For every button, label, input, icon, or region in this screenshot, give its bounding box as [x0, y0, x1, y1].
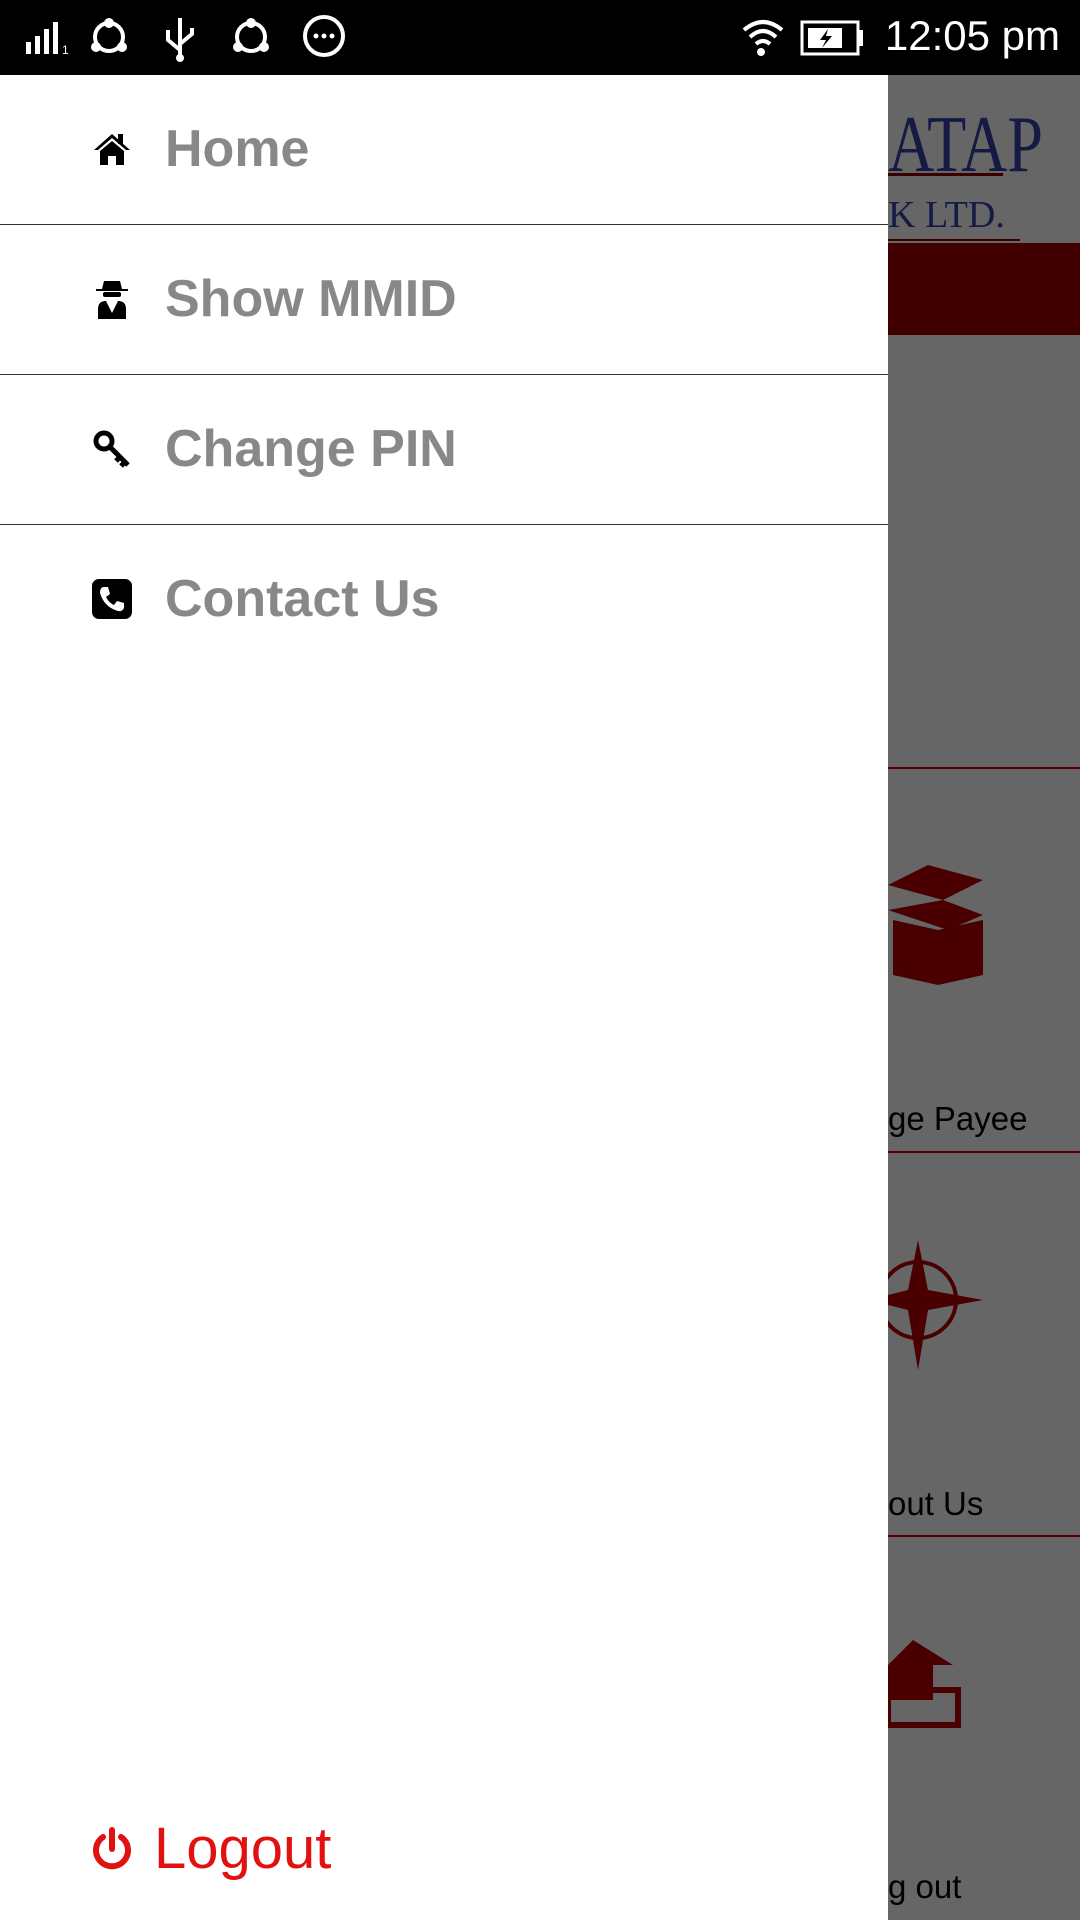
- shareit-icon: [91, 18, 127, 53]
- drawer-item-label: Contact Us: [165, 570, 440, 628]
- signal-icon: 1: [26, 22, 69, 56]
- box-icon: [888, 865, 983, 985]
- divider: [888, 1535, 1080, 1537]
- drawer-item-label: Change PIN: [165, 420, 457, 478]
- divider: [888, 173, 1003, 176]
- divider: [888, 239, 1020, 241]
- drawer-item-contact-us[interactable]: Contact Us: [0, 525, 888, 675]
- compass-icon: [888, 1240, 983, 1370]
- power-icon: [93, 1826, 131, 1869]
- status-bar: 1 12:05 pm: [0, 0, 1080, 75]
- navigation-drawer: Home Show MMID Change PIN Contact Us Log…: [0, 75, 888, 1920]
- usb-icon: [166, 18, 194, 62]
- clock: 12:05 pm: [884, 12, 1060, 59]
- spy-icon: [96, 281, 128, 319]
- header-band: [888, 243, 1080, 335]
- drawer-item-show-mmid[interactable]: Show MMID: [0, 225, 888, 375]
- background-home-screen: ATAP K LTD. ge Payee out Us g out: [888, 75, 1080, 1920]
- phone-icon: [92, 579, 132, 619]
- divider: [888, 1151, 1080, 1153]
- bank-logo-subtitle: K LTD.: [888, 194, 1005, 236]
- logout-tile-icon: [888, 1640, 961, 1728]
- message-icon: [303, 15, 345, 57]
- tile-label[interactable]: out Us: [888, 1485, 983, 1523]
- tile-label[interactable]: g out: [888, 1868, 961, 1906]
- drawer-item-label: Home: [165, 120, 310, 178]
- logout-button[interactable]: Logout: [92, 1815, 331, 1882]
- drawer-item-change-pin[interactable]: Change PIN: [0, 375, 888, 525]
- wifi-icon: [742, 20, 784, 56]
- key-icon: [93, 430, 130, 468]
- bank-logo: ATAP: [888, 101, 1043, 189]
- logout-label: Logout: [154, 1816, 332, 1881]
- drawer-item-home[interactable]: Home: [0, 75, 888, 225]
- drawer-item-label: Show MMID: [165, 270, 457, 328]
- battery-charging-icon: [800, 20, 863, 56]
- divider: [888, 767, 1080, 769]
- shareit-icon: [233, 18, 269, 53]
- tile-label[interactable]: ge Payee: [888, 1100, 1027, 1138]
- svg-text:1: 1: [62, 43, 69, 56]
- home-icon: [94, 134, 130, 165]
